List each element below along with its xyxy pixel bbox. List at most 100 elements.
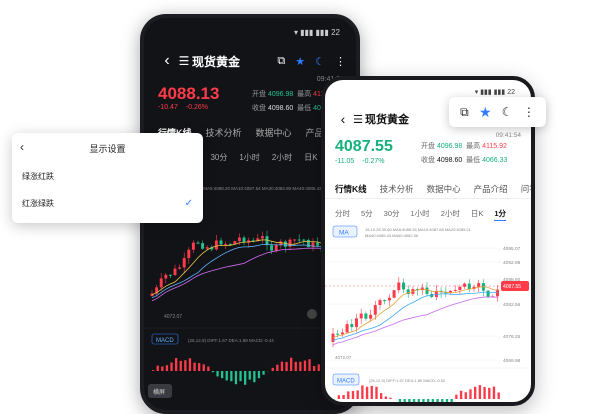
macd-bar xyxy=(385,397,387,399)
macd-bar xyxy=(212,371,214,372)
macd-bar xyxy=(175,358,177,371)
period-tab[interactable]: 分时 xyxy=(335,208,350,221)
candle xyxy=(369,315,372,319)
period-tab-selected[interactable]: 1分 xyxy=(494,208,506,221)
candle xyxy=(302,240,305,241)
candle xyxy=(197,243,200,244)
option-green-up[interactable]: 绿涨红跌 xyxy=(12,163,203,190)
candle xyxy=(477,283,480,287)
candle xyxy=(270,245,273,250)
macd-bar xyxy=(474,387,476,399)
option-label: 红涨绿跌 xyxy=(22,198,54,209)
macd-bar xyxy=(389,398,391,399)
macd-bar xyxy=(347,391,349,399)
chart-switch-icon[interactable]: ⧉ xyxy=(460,105,469,120)
candle xyxy=(393,290,396,298)
macd-values: (26,12,9) DIFF:1.67 DEA:1.89 MACD:-0.52 xyxy=(369,378,446,383)
macd-bar xyxy=(161,366,163,371)
macd-bar xyxy=(436,399,438,406)
candle xyxy=(487,291,490,297)
candle xyxy=(388,298,391,301)
period-tab[interactable]: 2小时 xyxy=(272,152,292,163)
macd-bar xyxy=(152,370,154,371)
macd-bar xyxy=(465,392,467,399)
macd-bar xyxy=(427,399,429,406)
moon-icon[interactable]: ☾ xyxy=(315,55,325,68)
candle xyxy=(215,240,218,249)
macd-bar xyxy=(180,361,182,371)
tab-data-center[interactable]: 数据中心 xyxy=(427,183,461,195)
candle xyxy=(307,240,310,247)
crosshair-handle[interactable] xyxy=(307,309,317,319)
tab-kline[interactable]: 行情K线 xyxy=(335,183,367,195)
macd-bar xyxy=(432,399,434,406)
period-tab[interactable]: 日K xyxy=(471,208,484,221)
y-tick-label: 4092.98 xyxy=(503,260,521,266)
list-icon[interactable]: ☰ xyxy=(351,113,365,126)
macd-bar xyxy=(361,385,363,399)
top-bar: ‹ ☰ 现货黄金 ⧉ ★ ☾ ⋮ xyxy=(158,52,346,70)
price-stats: 开盘 4096.98 最高 4115.92 收盘 4098.60 最低 4066… xyxy=(421,140,507,168)
tab-technical[interactable]: 技术分析 xyxy=(380,183,414,195)
period-tab[interactable]: 日K xyxy=(304,152,317,163)
macd-bar xyxy=(451,399,453,402)
chevron-left-icon[interactable]: ‹ xyxy=(335,111,351,127)
macd-bar xyxy=(290,358,292,371)
low-mark: 4072.07 xyxy=(164,314,182,320)
status-bar: ▾ ▮▮▮ ▮▮▮ 22 xyxy=(475,88,515,96)
low-mark: 4072.07 xyxy=(335,355,352,360)
period-tab[interactable]: 1小时 xyxy=(411,208,430,221)
candle xyxy=(468,284,471,290)
option-red-up[interactable]: 红涨绿跌 ✓ xyxy=(12,190,203,217)
macd-bar xyxy=(455,395,457,399)
page-title: 现货黄金 xyxy=(365,111,409,127)
candle xyxy=(298,240,301,241)
macd-bar xyxy=(166,365,168,371)
period-tab[interactable]: 5分 xyxy=(361,208,373,221)
macd-bar xyxy=(498,392,500,399)
more-vertical-icon[interactable]: ⋮ xyxy=(335,55,346,68)
chevron-left-icon[interactable]: ‹ xyxy=(158,52,176,70)
tab-technical[interactable]: 技术分析 xyxy=(206,126,242,139)
period-tab[interactable]: 30分 xyxy=(210,152,227,163)
section-tabs: 行情K线 技术分析 数据中心 产品介绍 问答 xyxy=(335,183,535,195)
period-tab[interactable]: 2小时 xyxy=(441,208,460,221)
macd-bar xyxy=(207,367,209,371)
tab-data-center[interactable]: 数据中心 xyxy=(256,126,292,139)
chevron-left-icon[interactable]: ‹ xyxy=(20,140,24,154)
candle xyxy=(275,245,278,251)
star-icon[interactable]: ★ xyxy=(295,55,305,68)
change-value: -11.05 xyxy=(335,158,354,165)
y-tick-label: 4095.07 xyxy=(503,246,521,252)
candle xyxy=(360,314,363,319)
landscape-label: 横屏 xyxy=(153,388,165,396)
macd-bar xyxy=(285,362,287,371)
chart-switch-icon[interactable]: ⧉ xyxy=(277,55,285,68)
macd-bar xyxy=(258,371,260,378)
more-vertical-icon[interactable]: ⋮ xyxy=(523,105,535,119)
macd-bar xyxy=(366,387,368,399)
macd-bar xyxy=(235,371,237,384)
page-title: 现货黄金 xyxy=(192,53,277,70)
top-bar: ‹ ☰ 现货黄金 xyxy=(335,110,409,128)
tab-qa[interactable]: 问答 xyxy=(521,183,535,195)
light-kline-chart[interactable]: MA 15.10.28.30.60 MA5:4088.26 MA10:4087.… xyxy=(325,224,531,406)
tab-product[interactable]: 产品介绍 xyxy=(474,183,508,195)
period-tab[interactable]: 1小时 xyxy=(239,152,259,163)
star-icon[interactable]: ★ xyxy=(479,104,492,121)
macd-bar xyxy=(157,366,159,371)
y-tick-label: 4082.56 xyxy=(503,302,521,308)
candle xyxy=(316,242,319,245)
macd-bar xyxy=(184,360,186,371)
period-tab[interactable]: 30分 xyxy=(384,208,400,221)
macd-bar xyxy=(189,358,191,371)
candle xyxy=(458,287,461,290)
candle xyxy=(378,300,381,305)
macd-bar xyxy=(221,371,223,378)
macd-values: (26,12,9) DIFF:1.67 DEA:1.89 MACD:-0.44 xyxy=(188,338,274,343)
floating-toolbar: ⧉ ★ ☾ ⋮ xyxy=(449,97,546,127)
macd-bar xyxy=(295,362,297,371)
moon-icon[interactable]: ☾ xyxy=(502,105,513,119)
candle xyxy=(192,243,195,250)
list-icon[interactable]: ☰ xyxy=(176,54,192,68)
